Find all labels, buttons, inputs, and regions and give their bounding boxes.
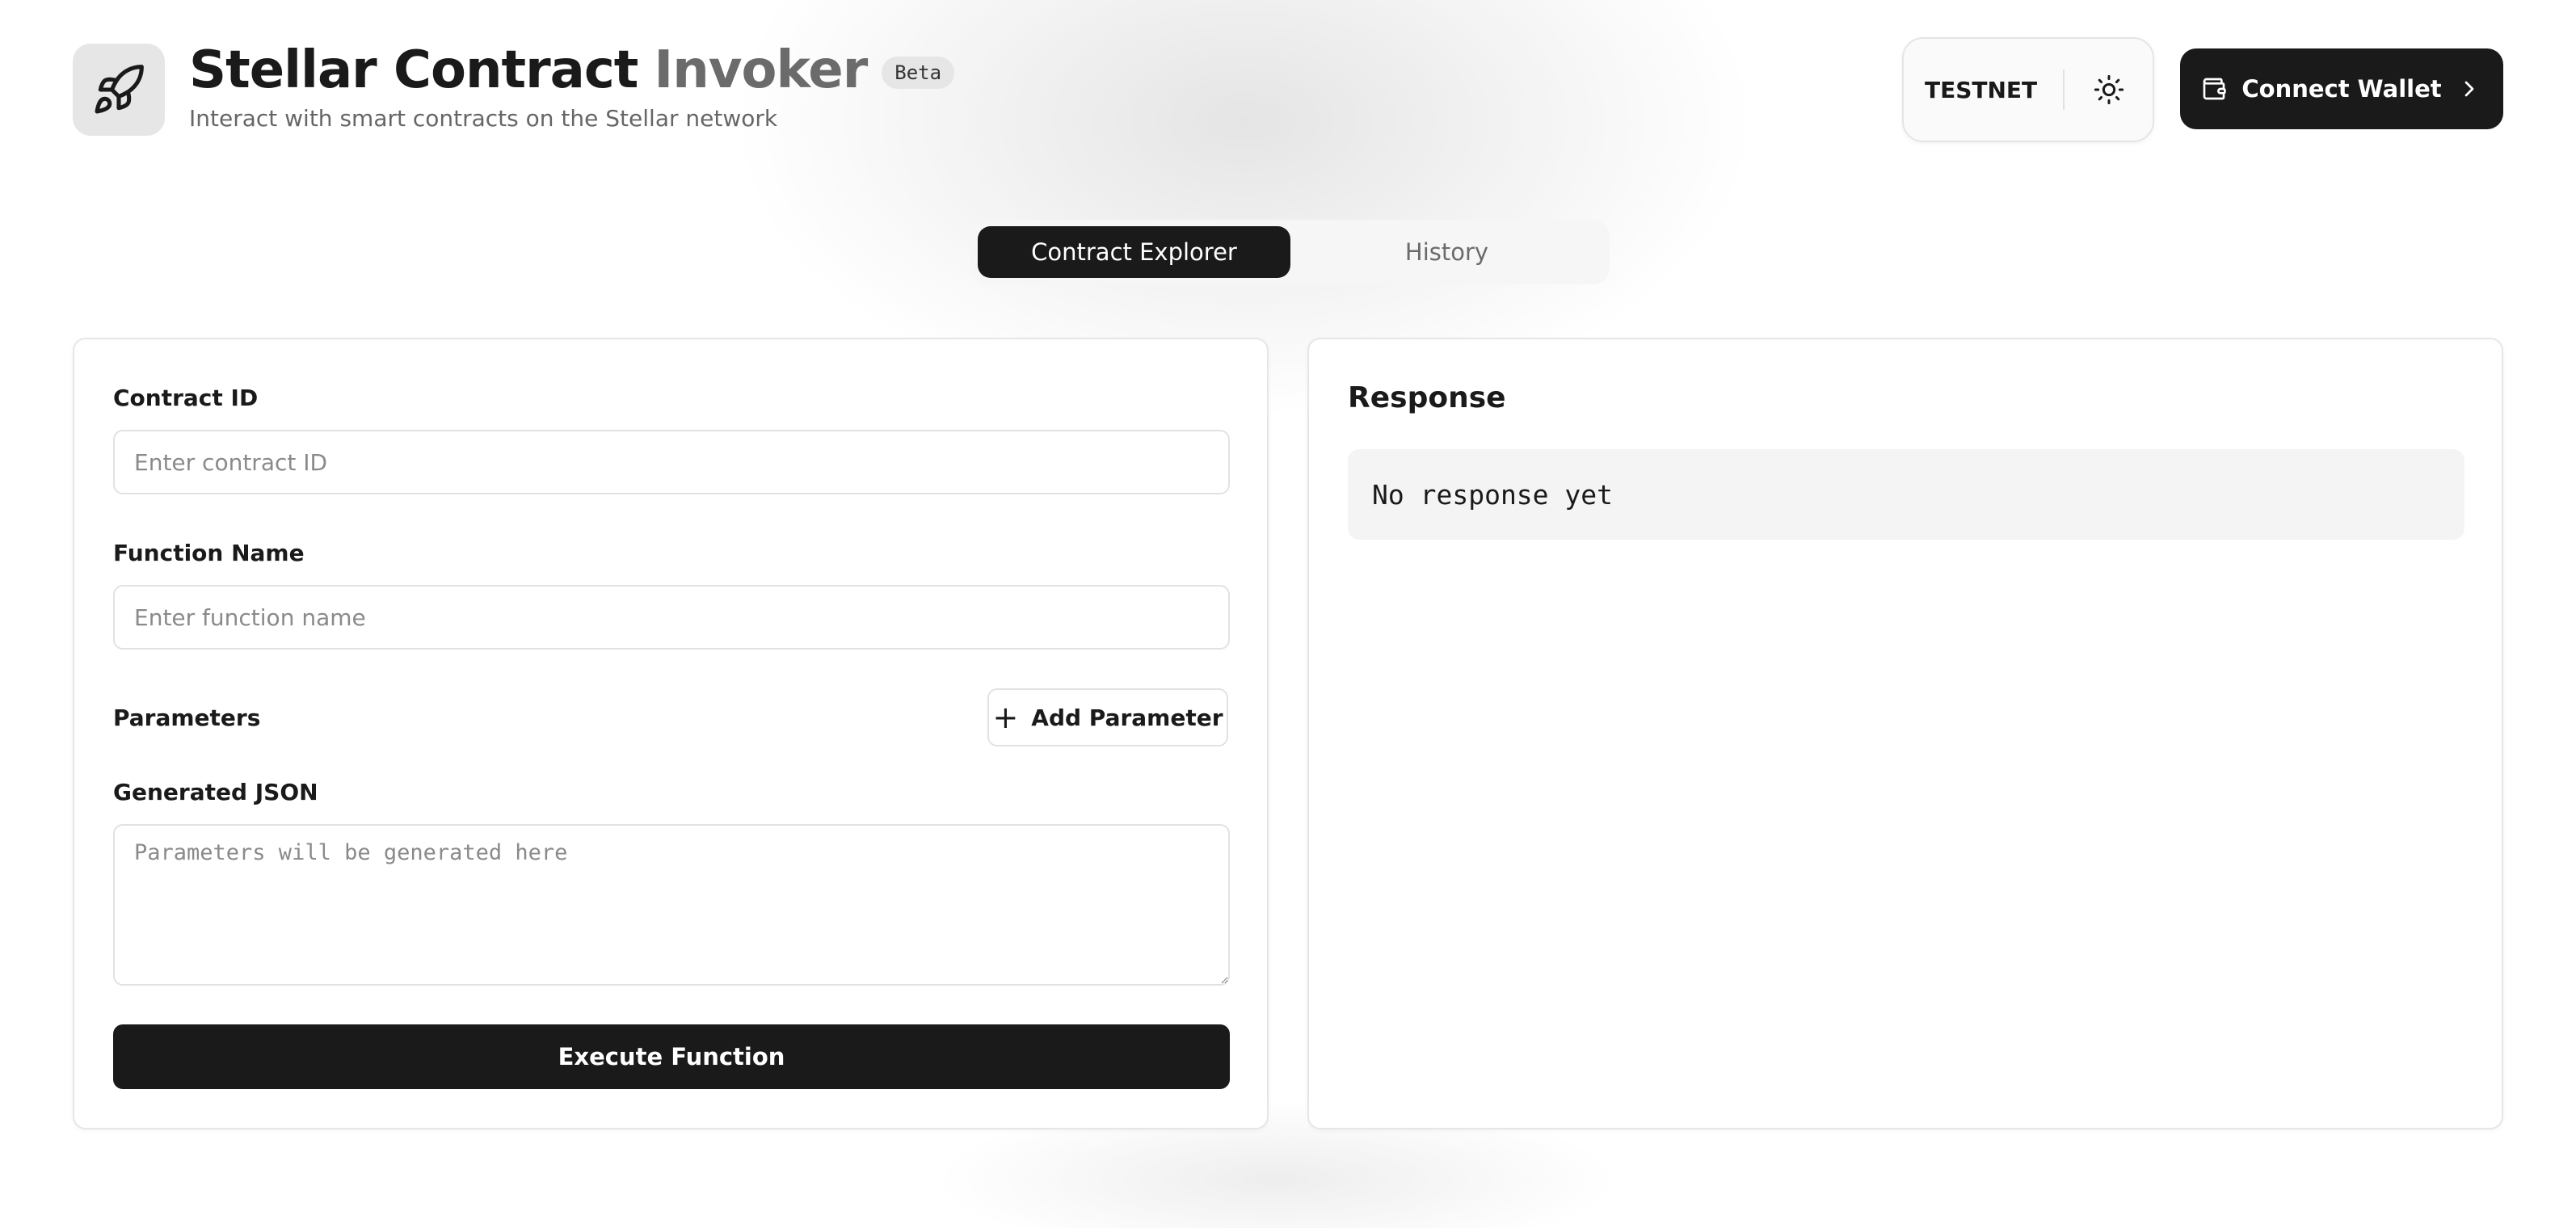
function-name-input[interactable] xyxy=(113,585,1230,650)
chevron-right-icon xyxy=(2464,81,2473,97)
title-secondary: Invoker xyxy=(654,40,868,100)
response-card: Response No response yet xyxy=(1307,338,2503,1129)
wallet-icon xyxy=(2203,78,2227,100)
tab-contract-explorer[interactable]: Contract Explorer xyxy=(978,226,1290,278)
parameters-label: Parameters xyxy=(113,704,261,731)
contract-id-input[interactable] xyxy=(113,430,1230,494)
tab-history[interactable]: History xyxy=(1290,226,1603,278)
generated-json-label: Generated JSON xyxy=(113,779,318,805)
response-title: Response xyxy=(1348,381,1506,414)
contract-form-card: Contract ID Function Name Parameters + A… xyxy=(73,338,1269,1129)
add-parameter-label: Add Parameter xyxy=(1031,704,1223,731)
response-output: No response yet xyxy=(1348,449,2464,540)
network-selector: TESTNET xyxy=(1902,37,2154,142)
beta-badge: Beta xyxy=(882,57,955,89)
generated-json-textarea[interactable] xyxy=(113,824,1230,986)
function-name-label: Function Name xyxy=(113,540,305,566)
plus-icon: + xyxy=(992,700,1019,735)
connect-wallet-label: Connect Wallet xyxy=(2241,75,2442,103)
tab-bar: Contract Explorer History xyxy=(971,220,1610,284)
network-label: TESTNET xyxy=(1925,76,2038,103)
theme-toggle-button[interactable] xyxy=(2065,39,2153,141)
sun-icon xyxy=(2094,74,2124,105)
add-parameter-button[interactable]: + Add Parameter xyxy=(987,688,1228,746)
response-text: No response yet xyxy=(1372,478,1614,511)
execute-function-button[interactable]: Execute Function xyxy=(113,1024,1230,1089)
contract-id-label: Contract ID xyxy=(113,385,259,411)
page-title: Stellar Contract Invoker Beta xyxy=(189,40,955,100)
app-root: Stellar Contract Invoker Beta Interact w… xyxy=(0,0,2576,1228)
page-subtitle: Interact with smart contracts on the Ste… xyxy=(189,105,778,132)
logo xyxy=(73,44,165,136)
app-header: Stellar Contract Invoker Beta Interact w… xyxy=(73,37,2503,142)
connect-wallet-button[interactable]: Connect Wallet xyxy=(2180,48,2503,129)
title-primary: Stellar Contract xyxy=(189,40,638,100)
rocket-icon xyxy=(95,65,144,114)
